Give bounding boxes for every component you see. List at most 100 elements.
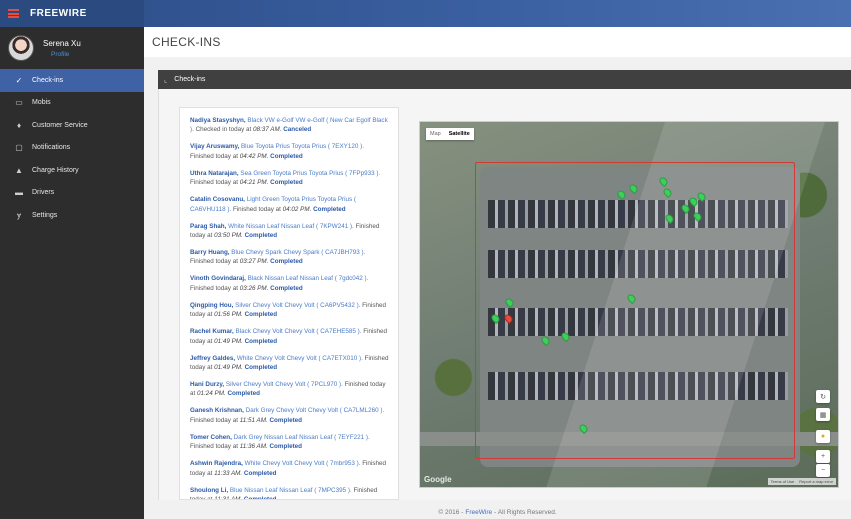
user-name: Serena Xu xyxy=(43,38,81,48)
check-icon: ✓ xyxy=(15,75,23,85)
checkin-driver-name[interactable]: Ashwin Rajendra, xyxy=(190,460,243,467)
flame-icon: ♦ xyxy=(16,120,22,130)
checkin-vehicle: Blue Toyota Prius Toyota Prius ( 7EXY120… xyxy=(240,143,364,151)
checkin-driver-name[interactable]: Shoulong Li, xyxy=(190,487,228,494)
checkin-driver-name[interactable]: Jeffrey Galdes, xyxy=(190,355,235,362)
list-item[interactable]: Vinoth Govindaraj, Black Nissan Leaf Nis… xyxy=(190,274,389,293)
top-bar: FREEWIRE xyxy=(0,0,851,27)
zoom-out-button[interactable]: − xyxy=(816,464,830,477)
list-item[interactable]: Ashwin Rajendra, White Chevy Volt Chevy … xyxy=(190,459,389,478)
chart-icon: ⌞ xyxy=(164,76,168,84)
sidebar-item-label: Charge History xyxy=(32,166,79,174)
sidebar-item-label: Customer Service xyxy=(32,121,88,129)
checkin-time: 03:50 PM. xyxy=(214,232,243,240)
sidebar-item-label: Notifications xyxy=(32,144,71,152)
checkin-time: 11:36 AM. xyxy=(239,443,268,451)
checkin-vehicle: Silver Chevy Volt Chevy Volt ( 7PCL970 )… xyxy=(225,381,343,389)
checkin-status: Completed xyxy=(243,496,277,500)
list-item[interactable]: Qingping Hou, Silver Chevy Volt Chevy Vo… xyxy=(190,301,389,320)
sidebar-item-notifications[interactable]: ▢ Notifications xyxy=(0,137,144,160)
checkin-vehicle: White Chevy Volt Chevy Volt ( CA7ETX010 … xyxy=(236,354,363,362)
checkin-action: Finished today at xyxy=(190,258,238,266)
footer-link[interactable]: FreeWire xyxy=(465,509,492,516)
tilt-icon[interactable]: ▦ xyxy=(816,408,830,421)
sidebar-item-label: Drivers xyxy=(32,189,55,197)
checkin-status: Completed xyxy=(270,152,303,160)
checkin-status: Completed xyxy=(313,205,346,213)
profile-link[interactable]: Profile xyxy=(51,51,81,58)
panel-title: Check-ins xyxy=(174,76,206,83)
sidebar-item-check-ins[interactable]: ✓ Check-ins xyxy=(0,69,144,92)
list-item[interactable]: Vijay Aruswamy, Blue Toyota Prius Toyota… xyxy=(190,142,389,161)
map-type-map[interactable]: Map xyxy=(426,128,445,140)
avatar[interactable] xyxy=(8,35,34,61)
sidebar-item-mobis[interactable]: ▭ Mobis xyxy=(0,92,144,115)
checkin-vehicle: Blue Nissan Leaf Nissan Leaf ( 7MPC395 )… xyxy=(229,486,352,494)
panel-body: Nadiya Stasyshyn, Black VW e-Golf VW e-G… xyxy=(158,89,851,500)
checkin-vehicle: Black Chevy Volt Chevy Volt ( CA7EHE585 … xyxy=(235,328,362,336)
rotate-icon[interactable]: ↻ xyxy=(816,390,830,403)
checkin-action: Finished today at xyxy=(190,443,238,451)
checkin-driver-name[interactable]: Parag Shah, xyxy=(190,223,226,230)
checkin-status: Completed xyxy=(270,284,303,292)
checkin-driver-name[interactable]: Ganesh Krishnan, xyxy=(190,407,244,414)
checkin-driver-name[interactable]: Hani Durzy, xyxy=(190,381,224,388)
checkin-time: 04:42 PM. xyxy=(239,152,269,160)
report-error-link[interactable]: Report a map error xyxy=(799,479,833,484)
page-title: CHECK-INS xyxy=(144,27,851,57)
checkin-driver-name[interactable]: Catalin Cosovanu, xyxy=(190,196,245,203)
sidebar: Serena Xu Profile ✓ Check-ins ▭ Mobis ♦ Custo… xyxy=(0,27,144,519)
checkin-time: 03:27 PM. xyxy=(239,258,269,266)
list-item[interactable]: Uthra Natarajan, Sea Green Toyota Prius … xyxy=(190,169,389,188)
list-item[interactable]: Hani Durzy, Silver Chevy Volt Chevy Volt… xyxy=(190,380,389,399)
checkin-driver-name[interactable]: Nadiya Stasyshyn, xyxy=(190,117,246,124)
checkin-action: Finished today at xyxy=(190,152,238,160)
checkin-status: Completed xyxy=(270,258,303,266)
checkin-driver-name[interactable]: Uthra Natarajan, xyxy=(190,170,239,177)
map-view[interactable]: Map Satellite ↻ ▦ ● + − Google Terms of … xyxy=(419,121,839,488)
user-profile[interactable]: Serena Xu Profile xyxy=(0,27,144,69)
checkin-action: Finished today at xyxy=(232,205,281,213)
sidebar-item-settings[interactable]: ɏ Settings xyxy=(0,204,144,227)
street-view-icon[interactable]: ● xyxy=(816,430,830,443)
checkin-vehicle: Dark Grey Nissan Leaf Nissan Leaf ( 7EYF… xyxy=(233,433,370,441)
checkin-status: Completed xyxy=(244,364,278,372)
terms-link[interactable]: Terms of Use xyxy=(771,479,795,484)
checkin-driver-name[interactable]: Barry Huang, xyxy=(190,249,230,256)
checkin-time: 04:02 PM. xyxy=(282,205,312,213)
checkin-list[interactable]: Nadiya Stasyshyn, Black VW e-Golf VW e-G… xyxy=(179,107,399,500)
list-item[interactable]: Rachel Kumar, Black Chevy Volt Chevy Vol… xyxy=(190,327,389,346)
checkin-status: Completed xyxy=(243,469,277,477)
list-item[interactable]: Parag Shah, White Nissan Leaf Nissan Lea… xyxy=(190,222,389,241)
list-item[interactable]: Tomer Cohen, Dark Grey Nissan Leaf Nissa… xyxy=(190,433,389,452)
checkin-action: Finished today at xyxy=(190,284,238,292)
sidebar-item-charge-history[interactable]: ▲ Charge History xyxy=(0,159,144,182)
sidebar-item-label: Settings xyxy=(32,211,58,219)
footer-copyright: © 2016 - xyxy=(438,508,464,516)
checkin-vehicle: Silver Chevy Volt Chevy Volt ( CA6PV5432… xyxy=(235,301,361,309)
list-item[interactable]: Ganesh Krishnan, Dark Grey Chevy Volt Ch… xyxy=(190,406,389,425)
checkin-driver-name[interactable]: Tomer Cohen, xyxy=(190,434,232,441)
sidebar-item-drivers[interactable]: ▬ Drivers xyxy=(0,182,144,205)
list-item[interactable]: Catalin Cosovanu, Light Green Toyota Pri… xyxy=(190,195,389,214)
checkin-driver-name[interactable]: Rachel Kumar, xyxy=(190,328,234,335)
menu-icon[interactable] xyxy=(8,9,19,18)
checkin-time: 01:24 PM. xyxy=(197,390,226,398)
checkin-driver-name[interactable]: Vijay Aruswamy, xyxy=(190,143,239,150)
brand-logo[interactable]: FREEWIRE xyxy=(30,8,87,19)
zoom-in-button[interactable]: + xyxy=(816,450,830,463)
map-type-satellite[interactable]: Satellite xyxy=(445,128,474,140)
checkin-status: Completed xyxy=(270,179,303,187)
list-item[interactable]: Jeffrey Galdes, White Chevy Volt Chevy V… xyxy=(190,354,389,373)
checkin-driver-name[interactable]: Qingping Hou, xyxy=(190,302,233,309)
panel-header: ⌞ Check-ins xyxy=(158,70,851,89)
geofence-boundary xyxy=(475,162,795,459)
sidebar-item-customer-service[interactable]: ♦ Customer Service xyxy=(0,114,144,137)
checkin-status: Completed xyxy=(244,232,278,240)
checkin-status: Completed xyxy=(227,390,261,398)
checkin-action: Checked in today at xyxy=(195,126,252,134)
list-item[interactable]: Barry Huang, Blue Chevy Spark Chevy Spar… xyxy=(190,248,389,267)
checkin-driver-name[interactable]: Vinoth Govindaraj, xyxy=(190,275,246,282)
list-item[interactable]: Nadiya Stasyshyn, Black VW e-Golf VW e-G… xyxy=(190,116,389,135)
list-item[interactable]: Shoulong Li, Blue Nissan Leaf Nissan Lea… xyxy=(190,486,389,500)
